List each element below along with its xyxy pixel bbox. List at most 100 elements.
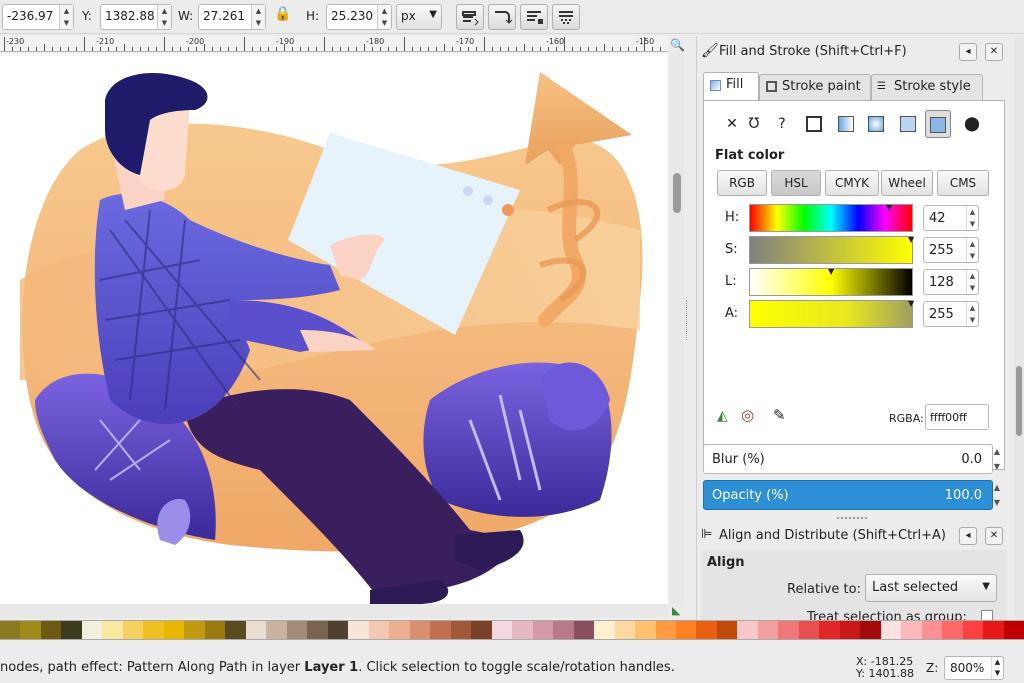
hue-slider[interactable]: ▼ (749, 203, 913, 232)
color-palette[interactable] (0, 620, 1024, 640)
palette-swatch[interactable] (20, 621, 41, 639)
panel-scroll-thumb[interactable] (1016, 366, 1022, 436)
lightness-field[interactable]: 128 ▲ ▼ (923, 269, 979, 295)
height-field[interactable]: 25.230 ▲ ▼ (326, 4, 392, 30)
eyedropper-icon[interactable]: ✎ (773, 406, 786, 424)
align-collapse-button[interactable]: ◂ (959, 527, 977, 545)
dock-divider-handle[interactable] (837, 517, 867, 519)
palette-swatch[interactable] (778, 621, 799, 639)
close-panel-button[interactable]: ✕ (985, 43, 1003, 61)
alpha-spin-arrows[interactable]: ▲ ▼ (966, 302, 978, 326)
saturation-slider[interactable]: ▼ (749, 235, 914, 264)
lightness-slider-marker[interactable]: ▼ (828, 267, 834, 276)
mode-wheel-button[interactable]: Wheel (881, 170, 933, 196)
palette-swatch[interactable] (860, 621, 881, 639)
w-spin-arrows[interactable]: ▲ ▼ (251, 5, 265, 29)
unset-question-icon[interactable]: ? (769, 110, 795, 138)
panel-resize-handle[interactable] (686, 300, 690, 340)
mode-rgb-button[interactable]: RGB (717, 170, 767, 196)
tab-stroke-style[interactable]: ☰ Stroke style (871, 74, 983, 100)
palette-swatch[interactable] (143, 621, 164, 639)
move-gradients-button[interactable] (520, 4, 548, 30)
palette-swatch[interactable] (635, 621, 656, 639)
palette-swatch[interactable] (614, 621, 636, 639)
vertical-scroll-thumb[interactable] (673, 173, 681, 213)
palette-swatch[interactable] (122, 621, 144, 639)
mode-cmyk-button[interactable]: CMYK (825, 170, 879, 196)
linear-gradient-icon[interactable] (833, 110, 859, 138)
palette-swatch[interactable] (757, 621, 779, 639)
mode-cms-button[interactable]: CMS (937, 170, 989, 196)
palette-swatch[interactable] (573, 621, 595, 639)
palette-swatch[interactable] (901, 621, 922, 639)
mesh-gradient-icon[interactable]: ⬤ (959, 110, 985, 138)
unit-select[interactable]: px ▼ (396, 4, 442, 30)
palette-swatch[interactable] (532, 621, 554, 639)
rgba-field[interactable]: ffff00ff (925, 404, 989, 430)
palette-swatch[interactable] (266, 621, 287, 639)
vertical-scrollbar[interactable] (670, 53, 684, 604)
alpha-slider-marker[interactable]: ▼ (908, 299, 914, 308)
saturation-field[interactable]: 255 ▲ ▼ (923, 237, 979, 263)
y-position-field[interactable]: 1382.88 ▲ ▼ (100, 4, 172, 30)
zoom-spin-arrows[interactable]: ▲ ▼ (991, 657, 1003, 679)
hue-slider-marker[interactable]: ▼ (886, 203, 892, 212)
palette-swatch[interactable] (61, 621, 82, 639)
palette-swatch[interactable] (327, 621, 349, 639)
h-spin-arrows[interactable]: ▲ ▼ (377, 5, 391, 29)
lightness-spin-arrows[interactable]: ▲ ▼ (966, 270, 978, 294)
palette-swatch[interactable] (675, 621, 697, 639)
palette-swatch[interactable] (553, 621, 574, 639)
palette-swatch[interactable] (839, 621, 861, 639)
alpha-slider[interactable]: ▼ (749, 299, 914, 328)
radial-gradient-icon[interactable] (863, 110, 889, 138)
palette-swatch[interactable] (716, 621, 738, 639)
zoom-corner-icon[interactable]: 🔍 (670, 38, 685, 52)
align-close-button[interactable]: ✕ (985, 527, 1003, 545)
relative-to-select[interactable]: Last selected ▼ (865, 574, 997, 602)
palette-swatch[interactable] (307, 621, 328, 639)
palette-swatch[interactable] (40, 621, 62, 639)
palette-swatch[interactable] (286, 621, 308, 639)
palette-swatch[interactable] (512, 621, 533, 639)
palette-swatch[interactable] (594, 621, 615, 639)
palette-swatch[interactable] (0, 621, 21, 639)
palette-swatch[interactable] (81, 621, 103, 639)
width-field[interactable]: 27.261 ▲ ▼ (198, 4, 266, 30)
palette-swatch[interactable] (184, 621, 205, 639)
color-managed-icon[interactable]: ◭ (717, 408, 728, 424)
palette-swatch[interactable] (245, 621, 267, 639)
tab-fill[interactable]: Fill (703, 72, 759, 102)
scale-stroke-button[interactable] (456, 4, 484, 30)
horizontal-scrollbar[interactable] (0, 604, 668, 618)
treat-as-group-checkbox[interactable] (981, 610, 993, 620)
palette-swatch[interactable] (921, 621, 943, 639)
saturation-slider-marker[interactable]: ▼ (908, 235, 914, 244)
opacity-field[interactable]: Opacity (%) 100.0 (703, 480, 993, 510)
palette-swatch[interactable] (983, 621, 1004, 639)
y-spin-arrows[interactable]: ▲ ▼ (157, 5, 171, 29)
hue-spin-arrows[interactable]: ▲ ▼ (966, 206, 978, 230)
palette-swatch[interactable] (450, 621, 472, 639)
palette-swatch[interactable] (389, 621, 410, 639)
lightness-slider[interactable]: ▼ (749, 267, 913, 296)
drawing-canvas[interactable] (0, 53, 668, 604)
palette-swatch[interactable] (942, 621, 963, 639)
x-position-field[interactable]: -236.97 ▲ ▼ (2, 4, 74, 30)
palette-swatch[interactable] (798, 621, 820, 639)
swatch-icon[interactable] (925, 110, 951, 138)
palette-swatch[interactable] (491, 621, 513, 639)
mode-hsl-button[interactable]: HSL (771, 170, 821, 196)
palette-swatch[interactable] (880, 621, 902, 639)
saturation-spin-arrows[interactable]: ▲ ▼ (966, 238, 978, 262)
panel-scrollbar[interactable] (1014, 36, 1024, 620)
palette-swatch[interactable] (737, 621, 758, 639)
palette-swatch[interactable] (204, 621, 226, 639)
out-of-gamut-icon[interactable]: ◎ (741, 406, 754, 424)
palette-swatch[interactable] (102, 621, 123, 639)
zoom-field[interactable]: 800% ▲ ▼ (944, 656, 1004, 680)
scale-corners-button[interactable] (488, 4, 516, 30)
palette-swatch[interactable] (819, 621, 840, 639)
tab-stroke-paint[interactable]: Stroke paint (759, 74, 871, 100)
blur-spin-arrows[interactable]: ▲ ▼ (989, 444, 1005, 474)
